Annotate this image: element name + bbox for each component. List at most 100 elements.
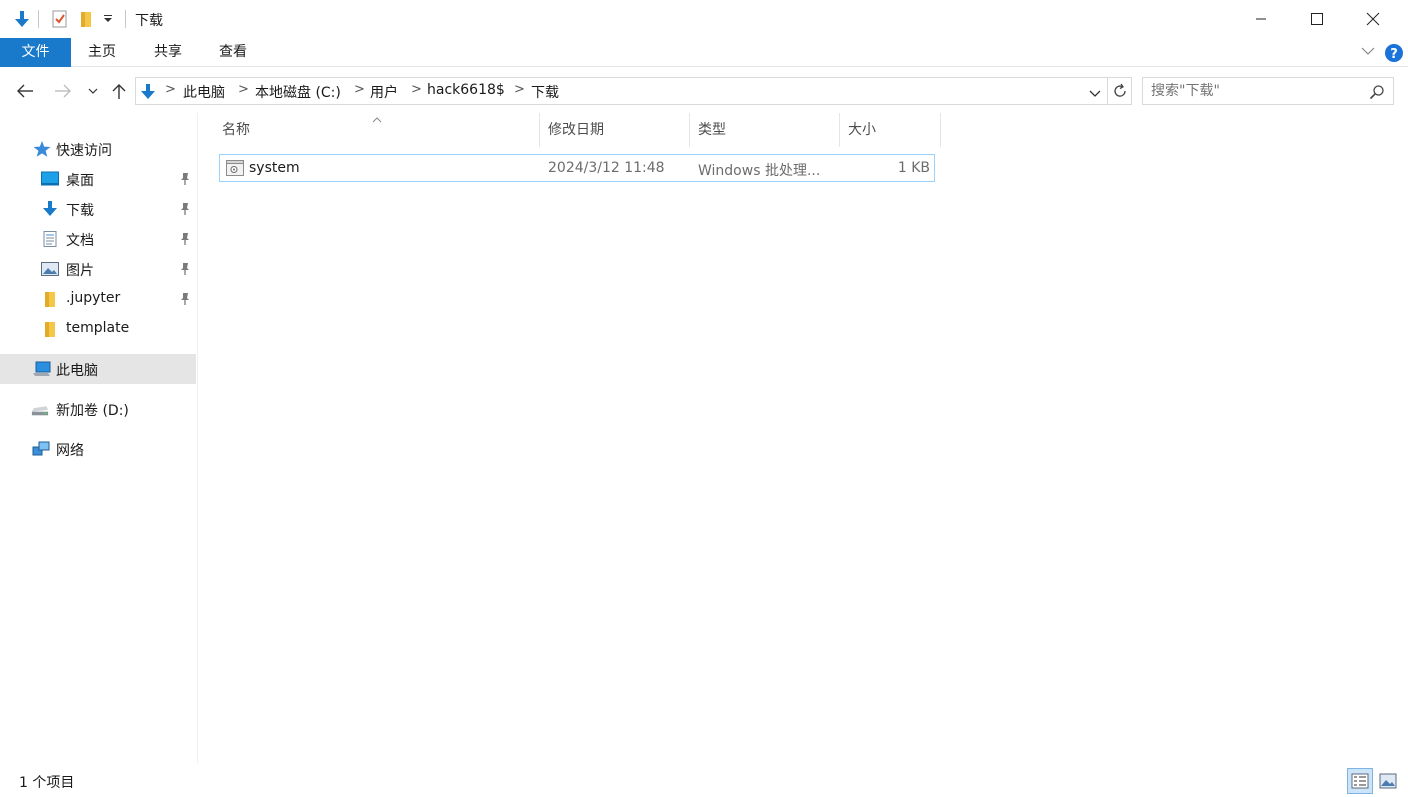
chevron-down-icon — [88, 88, 98, 94]
forward-button[interactable] — [50, 78, 76, 104]
network-icon — [32, 441, 50, 456]
window-title: 下载 — [135, 13, 163, 29]
file-size: 1 KB — [897, 160, 930, 176]
batch-file-icon — [226, 160, 244, 176]
column-label: 修改日期 — [548, 122, 604, 138]
svg-text:?: ? — [1390, 47, 1398, 62]
column-header-date[interactable]: 修改日期 — [540, 113, 690, 147]
ribbon-expand-icon[interactable] — [1360, 45, 1376, 61]
column-header-type[interactable]: 类型 — [690, 113, 840, 147]
help-icon[interactable]: ? — [1384, 43, 1404, 67]
refresh-button[interactable] — [1108, 77, 1132, 105]
drive-icon — [31, 406, 49, 416]
close-icon — [1366, 12, 1380, 26]
ribbon-tabs: 文件 主页 共享 查看 ? — [0, 38, 1408, 67]
desktop-icon — [41, 171, 59, 186]
nav-quick-access[interactable]: 快速访问 — [0, 135, 196, 163]
file-date: 2024/3/12 11:48 — [548, 160, 665, 176]
details-view-icon — [1351, 773, 1369, 789]
customize-dropdown-icon[interactable] — [100, 9, 116, 29]
pin-icon[interactable] — [178, 232, 192, 246]
navigation-pane: 快速访问 桌面 下载 文档 图片 .jupyter template 此电脑 新… — [0, 113, 198, 763]
nav-item-label: 桌面 — [66, 173, 94, 189]
details-view-button[interactable] — [1347, 768, 1373, 794]
sort-ascending-icon — [372, 112, 382, 128]
large-icons-view-icon — [1379, 773, 1397, 789]
address-bar[interactable]: > 此电脑 > 本地磁盘 (C:) > 用户 > hack6618$ > 下载 — [135, 77, 1108, 105]
folder-icon — [45, 292, 55, 307]
forward-arrow-icon — [55, 84, 71, 98]
properties-check-icon[interactable] — [50, 9, 70, 29]
nav-item-label: 网络 — [56, 443, 84, 459]
breadcrumb-separator[interactable]: > — [411, 82, 422, 97]
status-bar: 1 个项目 — [0, 763, 1408, 797]
pin-icon[interactable] — [178, 172, 192, 186]
pin-icon[interactable] — [178, 262, 192, 276]
column-label: 名称 — [222, 122, 250, 138]
download-icon — [43, 201, 57, 216]
nav-item-label: 文档 — [66, 233, 94, 249]
up-button[interactable] — [108, 78, 130, 104]
tab-home[interactable]: 主页 — [71, 38, 133, 67]
address-dropdown-icon[interactable] — [1088, 87, 1102, 103]
nav-item-template[interactable]: template — [0, 315, 196, 343]
nav-item-label: template — [66, 320, 130, 336]
nav-item-label: 下载 — [66, 203, 94, 219]
table-row[interactable]: system 2024/3/12 11:48 Windows 批处理... 1 … — [219, 154, 935, 182]
up-arrow-icon — [112, 84, 126, 99]
nav-item-label: 图片 — [66, 263, 94, 279]
nav-item-jupyter[interactable]: .jupyter — [0, 285, 196, 313]
nav-item-label: 新加卷 (D:) — [56, 403, 129, 419]
breadcrumb-separator[interactable]: > — [238, 82, 249, 97]
breadcrumb-users[interactable]: 用户 — [370, 82, 398, 102]
column-label: 大小 — [848, 122, 876, 138]
nav-item-drive-d[interactable]: 新加卷 (D:) — [0, 395, 196, 423]
breadcrumb-local-disk[interactable]: 本地磁盘 (C:) — [255, 82, 341, 102]
item-count: 1 个项目 — [19, 775, 75, 791]
minimize-icon — [1256, 18, 1266, 20]
download-arrow-icon[interactable] — [12, 9, 32, 29]
pin-icon[interactable] — [178, 292, 192, 306]
tab-file[interactable]: 文件 — [0, 38, 71, 67]
nav-item-pictures[interactable]: 图片 — [0, 255, 196, 283]
close-button[interactable] — [1350, 0, 1396, 38]
tab-view[interactable]: 查看 — [202, 38, 264, 67]
star-icon — [33, 141, 51, 157]
pictures-icon — [41, 262, 59, 276]
search-input[interactable] — [1151, 82, 1361, 100]
search-icon[interactable] — [1369, 84, 1385, 104]
maximize-button[interactable] — [1294, 0, 1340, 38]
documents-icon — [43, 231, 57, 247]
nav-item-documents[interactable]: 文档 — [0, 225, 196, 253]
large-icons-view-button[interactable] — [1375, 768, 1401, 794]
minimize-button[interactable] — [1238, 0, 1284, 38]
nav-item-network[interactable]: 网络 — [0, 435, 196, 463]
back-arrow-icon — [17, 84, 33, 98]
file-list: 名称 修改日期 类型 大小 system 2024/3/12 11:48 Win… — [199, 113, 1408, 763]
nav-item-downloads[interactable]: 下载 — [0, 195, 196, 223]
refresh-icon — [1113, 83, 1126, 97]
breadcrumb-separator[interactable]: > — [165, 82, 176, 97]
pin-icon[interactable] — [178, 202, 192, 216]
back-button[interactable] — [12, 78, 38, 104]
new-folder-icon[interactable] — [76, 9, 96, 29]
file-type: Windows 批处理... — [698, 163, 821, 179]
navigation-bar: > 此电脑 > 本地磁盘 (C:) > 用户 > hack6618$ > 下载 — [0, 74, 1408, 108]
breadcrumb-separator[interactable]: > — [354, 82, 365, 97]
nav-item-label: .jupyter — [66, 290, 121, 306]
recent-locations-button[interactable] — [84, 78, 102, 104]
search-box[interactable] — [1142, 77, 1394, 105]
tab-share[interactable]: 共享 — [137, 38, 199, 67]
folder-icon — [45, 322, 55, 337]
title-bar: 下载 — [0, 0, 1408, 38]
column-label: 类型 — [698, 122, 726, 138]
breadcrumb-separator[interactable]: > — [514, 82, 525, 97]
nav-item-this-pc[interactable]: 此电脑 — [0, 354, 196, 384]
computer-icon — [33, 361, 51, 376]
breadcrumb-downloads[interactable]: 下载 — [531, 82, 559, 102]
file-name: system — [249, 160, 300, 176]
column-header-size[interactable]: 大小 — [840, 113, 941, 147]
nav-item-desktop[interactable]: 桌面 — [0, 165, 196, 193]
breadcrumb-this-pc[interactable]: 此电脑 — [183, 82, 225, 102]
breadcrumb-user-folder[interactable]: hack6618$ — [427, 82, 505, 98]
